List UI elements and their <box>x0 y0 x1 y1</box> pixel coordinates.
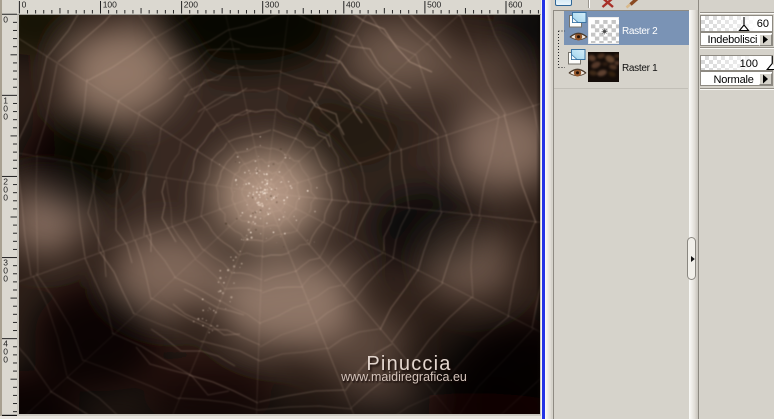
svg-text:400: 400 <box>346 0 360 10</box>
svg-text:500: 500 <box>427 0 441 10</box>
svg-text:100: 100 <box>103 0 117 10</box>
svg-text:200: 200 <box>184 0 198 10</box>
svg-text:600: 600 <box>508 0 522 10</box>
svg-text:0: 0 <box>3 111 8 121</box>
svg-text:0: 0 <box>3 14 8 24</box>
svg-text:0: 0 <box>22 0 27 10</box>
svg-text:300: 300 <box>265 0 279 10</box>
svg-text:0: 0 <box>3 355 8 365</box>
svg-text:0: 0 <box>3 192 8 202</box>
svg-text:0: 0 <box>3 274 8 284</box>
